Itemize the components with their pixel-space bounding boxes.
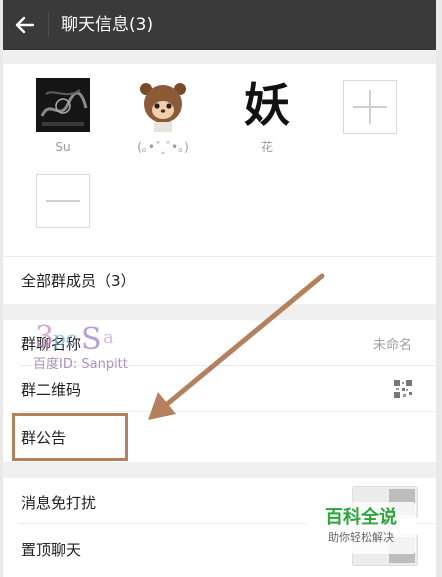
remove-member-icon[interactable] [36, 174, 90, 228]
pin-label: 置顶聊天 [21, 541, 82, 559]
member-name: Su [55, 140, 71, 154]
back-arrow-icon[interactable] [13, 13, 37, 37]
member-hua[interactable]: 妖 花 [237, 78, 297, 154]
member-name: 花 [260, 140, 273, 154]
baike-title: 百科全说 [325, 507, 397, 528]
section-gap [3, 462, 436, 478]
avatar[interactable] [36, 78, 90, 132]
qr-code-icon [394, 380, 412, 398]
mute-label: 消息免打扰 [21, 494, 97, 512]
group-name-value: 未命名 [372, 338, 412, 353]
chat-info-screen: 聊天信息(3) Su (｡•ˇ‸ˇ•｡) 妖 花 全部群成员（3） 群聊名称 未… [3, 0, 436, 577]
member-name: (｡•ˇ‸ˇ•｡) [137, 140, 189, 154]
member-grid: Su (｡•ˇ‸ˇ•｡) 妖 花 [3, 64, 436, 256]
baike-subtitle: 助你轻松解决 [328, 531, 394, 544]
member-su[interactable]: Su [33, 78, 93, 154]
avatar-glyph: 妖 [244, 78, 290, 132]
baike-badge: 百科全说 助你轻松解决 [306, 502, 416, 554]
section-gap [3, 304, 436, 320]
all-members-row[interactable]: 全部群成员（3） [3, 256, 436, 305]
avatar[interactable]: 妖 [240, 78, 294, 132]
group-qr-row[interactable]: 群二维码 [3, 366, 436, 412]
page-title: 聊天信息(3) [61, 15, 154, 35]
top-gap [3, 50, 436, 64]
member-bear[interactable]: (｡•ˇ‸ˇ•｡) [133, 78, 193, 154]
announcement-highlight [12, 413, 128, 461]
top-bar-divider [48, 13, 49, 37]
top-bar: 聊天信息(3) [3, 0, 436, 50]
avatar[interactable] [136, 78, 190, 132]
add-member-icon[interactable] [343, 80, 397, 134]
group-qr-label: 群二维码 [21, 381, 82, 399]
group-name-label: 群聊名称 [21, 335, 82, 353]
all-members-label: 全部群成员（3） [21, 272, 136, 290]
group-name-row[interactable]: 群聊名称 未命名 [3, 320, 436, 366]
